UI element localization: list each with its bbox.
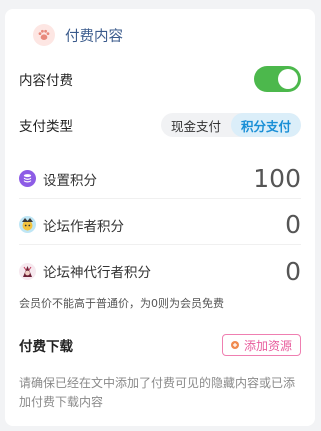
points-label: 设置积分 xyxy=(43,172,97,189)
paw-icon xyxy=(33,24,55,46)
moderator-points-input[interactable] xyxy=(181,256,301,286)
author-points-input[interactable] xyxy=(181,210,301,239)
points-label: 论坛神代行者积分 xyxy=(43,265,151,281)
points-pay-option[interactable]: 积分支付 xyxy=(230,113,301,137)
pay-toggle-label: 内容付费 xyxy=(19,73,73,89)
points-row-set: 设置积分 xyxy=(19,159,301,199)
hint-text: 请确保已经在文中添加了付费可见的隐藏内容或已添加付费下载内容 xyxy=(19,376,296,409)
card-header: 付费内容 xyxy=(5,9,315,61)
set-points-input[interactable] xyxy=(181,164,301,193)
cash-pay-option[interactable]: 现金支付 xyxy=(161,113,231,137)
points-label: 论坛作者积分 xyxy=(43,218,124,235)
toggle-knob xyxy=(278,69,298,89)
add-resource-button[interactable]: 添加资源 xyxy=(221,334,301,356)
pay-type-label: 支付类型 xyxy=(19,119,73,135)
points-row-author: 论坛作者积分 xyxy=(19,205,301,245)
pay-toggle-switch[interactable] xyxy=(254,66,301,92)
points-row-moderator: 论坛神代行者积分 xyxy=(19,251,301,291)
add-resource-label: 添加资源 xyxy=(243,338,292,353)
plus-circle-icon xyxy=(230,341,239,349)
database-icon xyxy=(19,170,36,187)
card-title: 付费内容 xyxy=(65,28,123,45)
pay-toggle-row: 内容付费 xyxy=(19,65,301,93)
member-price-note: 会员价不能高于普通价，为0则为会员免费 xyxy=(19,297,224,310)
pay-type-row: 支付类型 现金支付 积分支付 xyxy=(19,113,301,137)
paid-download-row: 付费下载 添加资源 xyxy=(19,333,301,357)
pay-type-segmented: 现金支付 积分支付 xyxy=(160,113,301,137)
paid-content-card: 付费内容 内容付费 支付类型 现金支付 积分支付 设置积分 100 论坛作者积分… xyxy=(5,9,315,426)
author-avatar-icon xyxy=(19,216,36,233)
moderator-avatar-icon xyxy=(19,262,36,280)
paid-download-title: 付费下载 xyxy=(19,339,73,355)
